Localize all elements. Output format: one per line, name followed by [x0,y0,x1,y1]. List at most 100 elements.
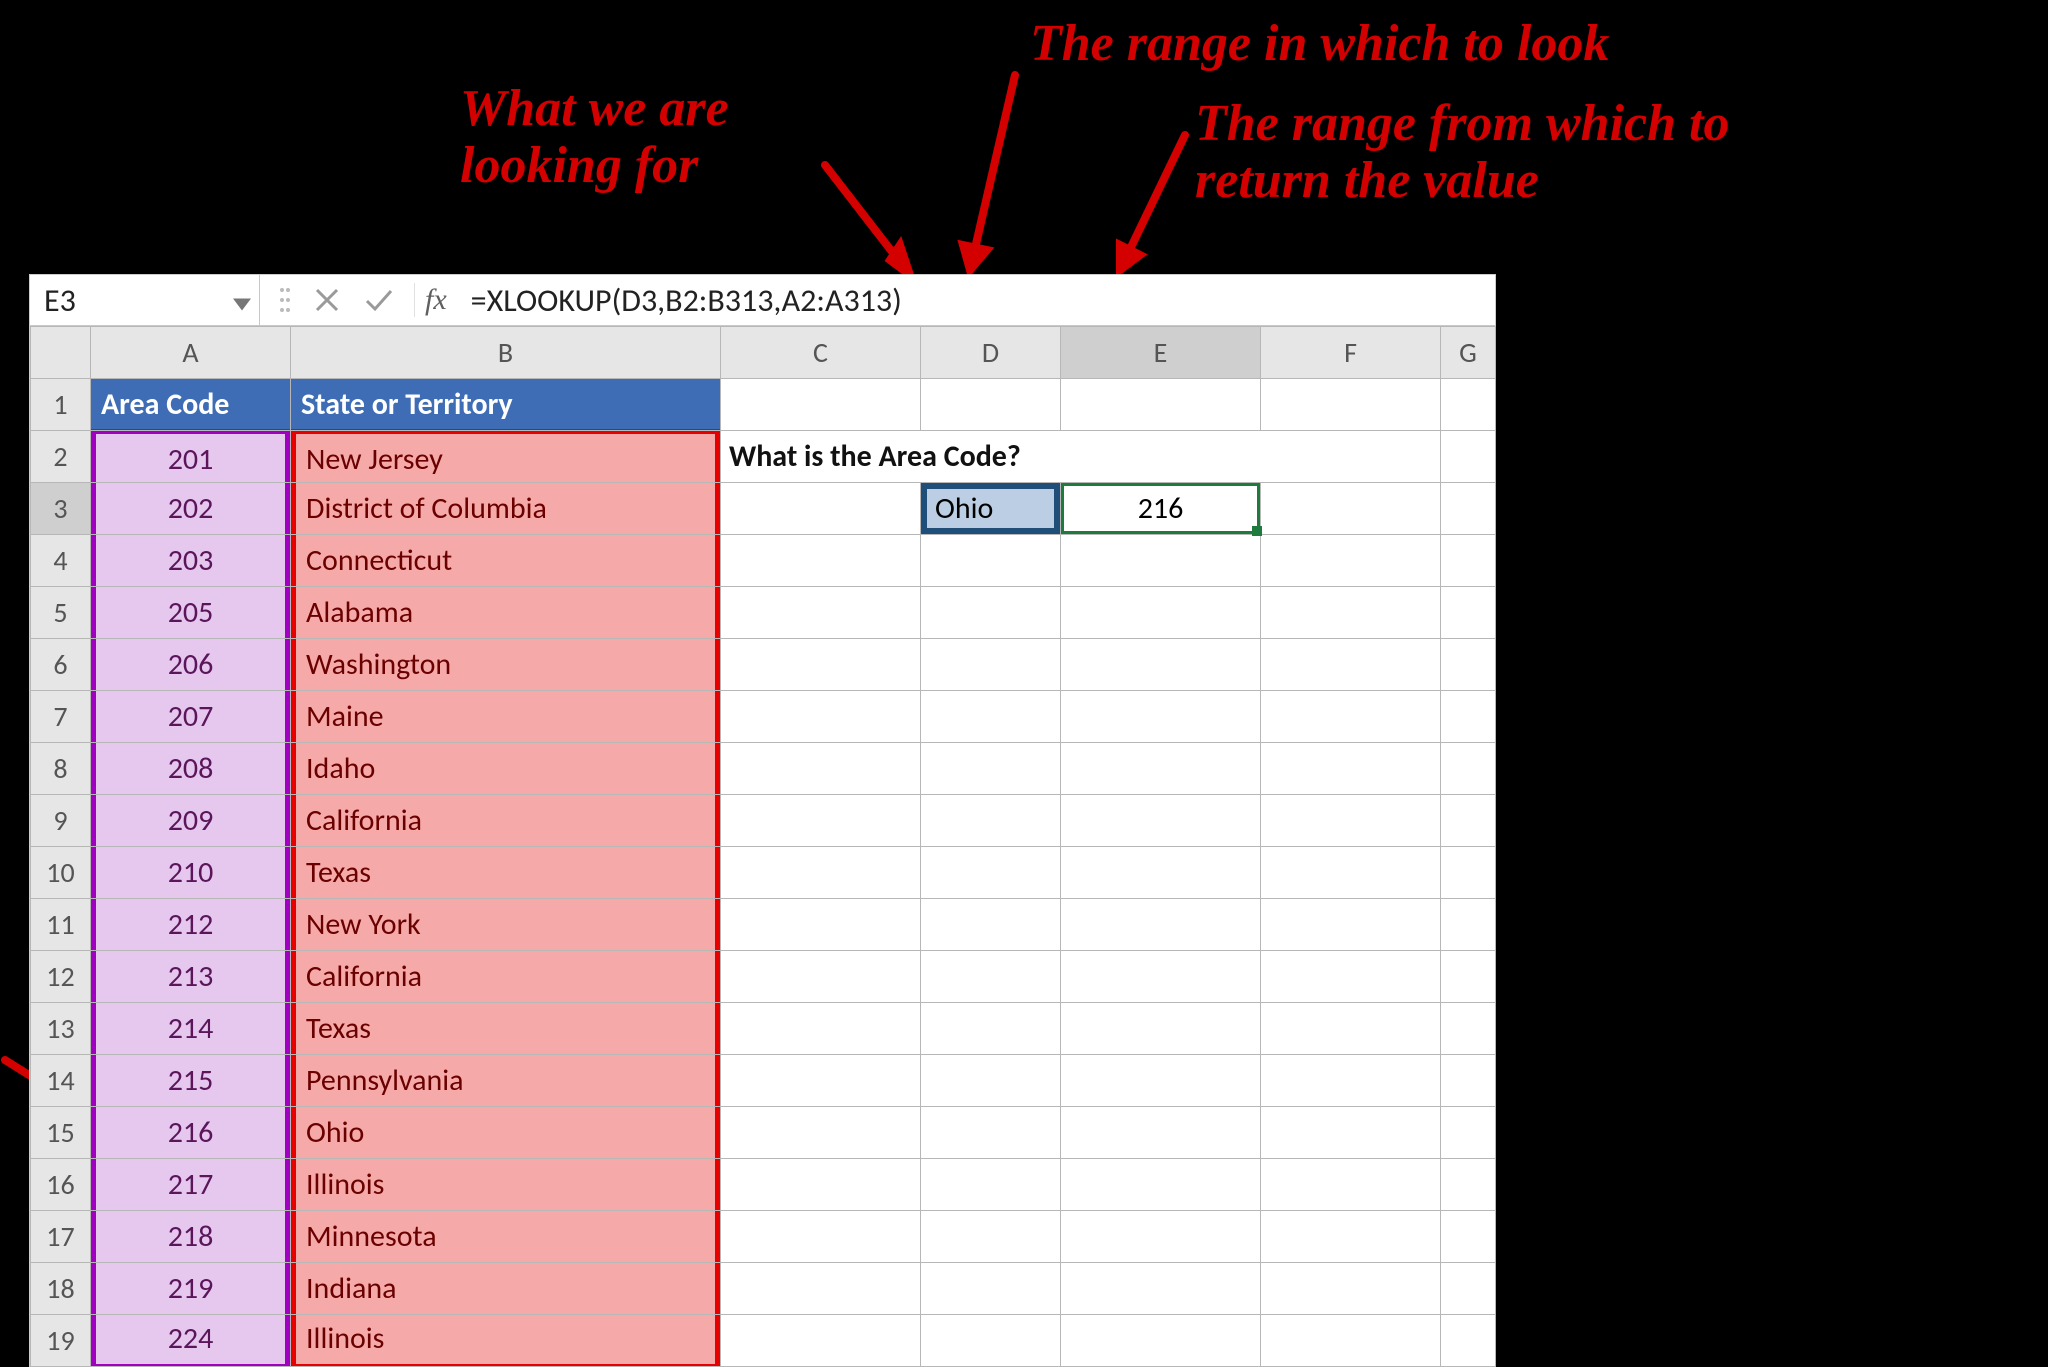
state-cell[interactable]: New Jersey [291,429,720,485]
cell[interactable] [1441,1055,1495,1106]
cell[interactable] [1261,483,1440,534]
cell[interactable] [1061,691,1260,742]
cell[interactable] [921,639,1060,690]
area-code-cell[interactable]: 218 [91,1211,290,1262]
row-header[interactable]: 2 [31,431,91,483]
cell[interactable] [1441,847,1495,898]
cell[interactable] [1441,587,1495,638]
cell[interactable] [1441,691,1495,742]
area-code-cell[interactable]: 217 [91,1159,290,1210]
cell[interactable] [721,795,920,846]
cell[interactable] [1061,1107,1260,1158]
cell[interactable] [1061,1211,1260,1262]
cell[interactable] [1441,1003,1495,1054]
fx-label[interactable]: fx [414,283,457,317]
cell[interactable] [721,1159,920,1210]
spreadsheet-grid[interactable]: A B C D E F G 1Area CodeState or Territo… [30,326,1496,1367]
cell[interactable] [1061,899,1260,950]
cell[interactable] [721,899,920,950]
fill-handle[interactable] [1252,526,1262,536]
area-code-cell[interactable]: 201 [91,429,290,485]
cell[interactable] [921,951,1060,1002]
cell[interactable] [721,1003,920,1054]
cell[interactable] [1261,1315,1440,1366]
cell[interactable] [1261,1055,1440,1106]
area-code-cell[interactable]: 202 [91,483,290,534]
cancel-icon[interactable] [314,287,340,313]
cell[interactable] [1441,535,1495,586]
cell[interactable] [921,1315,1060,1366]
cell[interactable] [1261,951,1440,1002]
cell[interactable] [921,899,1060,950]
cell[interactable] [1061,1055,1260,1106]
state-cell[interactable]: Maine [291,691,720,742]
column-header-C[interactable]: C [721,327,921,379]
state-cell[interactable]: District of Columbia [291,483,720,534]
cell[interactable] [1261,379,1440,430]
area-code-cell[interactable]: 216 [91,1107,290,1158]
area-code-cell[interactable]: 203 [91,535,290,586]
state-cell[interactable]: New York [291,899,720,950]
cell[interactable] [1261,1211,1440,1262]
state-cell[interactable]: Washington [291,639,720,690]
area-code-cell[interactable]: 207 [91,691,290,742]
cell[interactable] [921,1211,1060,1262]
state-cell[interactable]: Alabama [291,587,720,638]
cell[interactable] [721,1055,920,1106]
area-code-cell[interactable]: 208 [91,743,290,794]
cell[interactable] [721,483,920,534]
cell[interactable] [921,1055,1060,1106]
area-code-cell[interactable]: 213 [91,951,290,1002]
cell[interactable] [1261,847,1440,898]
cell[interactable] [721,847,920,898]
column-header-D[interactable]: D [921,327,1061,379]
area-code-cell[interactable]: 224 [91,1313,290,1367]
cell[interactable] [721,535,920,586]
cell[interactable] [1441,639,1495,690]
cell[interactable] [1061,795,1260,846]
row-header[interactable]: 12 [31,951,91,1003]
column-header-F[interactable]: F [1261,327,1441,379]
cell[interactable] [1061,951,1260,1002]
column-header-G[interactable]: G [1441,327,1496,379]
cell[interactable] [921,795,1060,846]
cell[interactable] [721,743,920,794]
row-header[interactable]: 15 [31,1107,91,1159]
row-header[interactable]: 3 [31,483,91,535]
area-code-cell[interactable]: 212 [91,899,290,950]
cell[interactable] [1441,743,1495,794]
row-header[interactable]: 8 [31,743,91,795]
lookup-value-cell[interactable]: Ohio [921,483,1060,534]
state-cell[interactable]: Texas [291,847,720,898]
cell[interactable] [1441,483,1495,534]
cell[interactable] [921,1159,1060,1210]
row-header[interactable]: 5 [31,587,91,639]
select-all-corner[interactable] [31,327,91,379]
cell[interactable] [1441,1315,1495,1366]
cell[interactable] [1261,691,1440,742]
cell[interactable] [1061,587,1260,638]
cell[interactable] [1261,1263,1440,1314]
state-cell[interactable]: Pennsylvania [291,1055,720,1106]
cell[interactable] [1061,1003,1260,1054]
cell[interactable] [721,691,920,742]
cell[interactable] [1261,535,1440,586]
row-header[interactable]: 17 [31,1211,91,1263]
area-code-cell[interactable]: 214 [91,1003,290,1054]
state-cell[interactable]: Connecticut [291,535,720,586]
row-header[interactable]: 9 [31,795,91,847]
cell[interactable] [1061,1159,1260,1210]
cell[interactable] [1441,431,1495,482]
cell[interactable] [921,535,1060,586]
cell[interactable] [921,587,1060,638]
area-code-cell[interactable]: 209 [91,795,290,846]
cell[interactable] [1441,1159,1495,1210]
chevron-down-icon[interactable] [233,281,251,320]
row-header[interactable]: 6 [31,639,91,691]
cell[interactable] [1441,1263,1495,1314]
area-code-cell[interactable]: 215 [91,1055,290,1106]
cell[interactable] [1261,1003,1440,1054]
cell[interactable] [721,1263,920,1314]
cell[interactable] [1261,587,1440,638]
cell[interactable] [1061,1263,1260,1314]
